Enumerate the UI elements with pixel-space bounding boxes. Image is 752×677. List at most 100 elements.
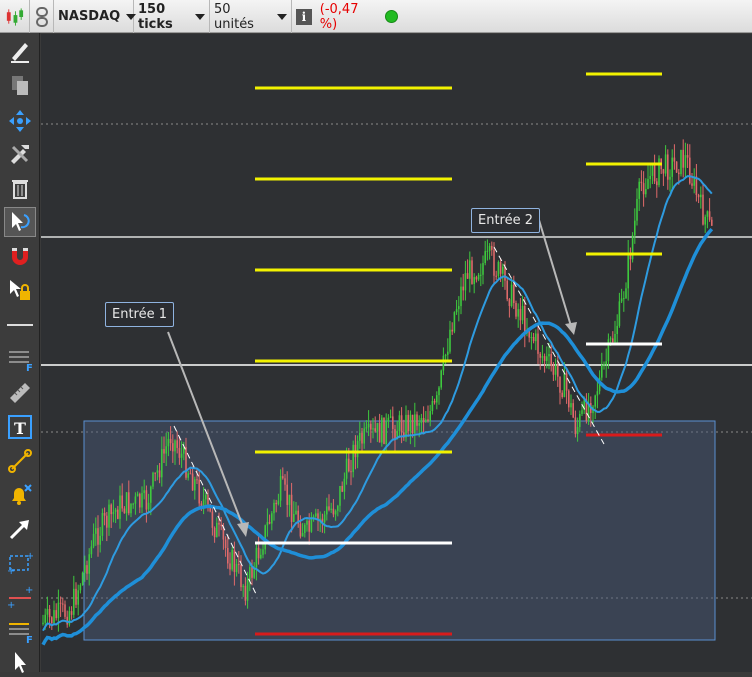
candle-body [493,249,495,276]
symbol-dropdown[interactable]: NASDAQ [54,0,137,33]
candle-body [673,157,676,162]
candle-body [328,506,330,510]
horizontal-line-icon[interactable] [4,310,36,340]
candle-body [121,495,123,509]
entry-2-label[interactable]: Entrée 2 [471,208,541,233]
candle-body [361,432,363,444]
trash-icon[interactable] [4,173,36,203]
candle-body [233,549,236,573]
candle-body [625,288,627,299]
candle-body [288,494,291,505]
candle-body [268,522,271,524]
candle-body [196,479,198,481]
chevron-down-icon [195,13,205,20]
drawing-tools-sidebar: F T + + + + F [0,33,40,673]
candle-body [612,338,614,343]
volume-dropdown[interactable]: 50 unités [210,0,292,33]
trendline-icon[interactable] [4,446,36,476]
candle-body [244,585,247,601]
pointer-icon[interactable] [4,647,36,677]
candle-body [145,490,148,510]
candle-body [491,245,493,250]
chart-canvas [41,72,752,646]
candle-body [235,563,238,573]
candle-body [554,365,557,375]
pencil-icon[interactable] [4,36,36,66]
candle-body [350,471,352,473]
quote-status: i (-0,47 %) [292,0,402,33]
candle-body [572,403,574,418]
candle-body [686,155,689,158]
arrow-line[interactable] [538,219,572,327]
arrow-icon[interactable] [4,514,36,544]
candle-body [64,604,66,617]
candle-body [339,485,341,506]
candle-body [521,305,524,321]
candle-body [257,547,260,559]
candle-body [653,163,656,182]
candle-body [310,517,313,532]
candle-body [405,414,407,438]
entry-1-label[interactable]: Entrée 1 [105,302,175,327]
link-icon[interactable] [30,0,54,33]
candle-body [640,181,643,184]
candle-body [513,284,515,304]
channel-icon[interactable]: + + [4,548,36,578]
candle-body [462,286,464,291]
candle-body [594,395,596,407]
fibonacci-extension-icon[interactable]: F [4,616,36,646]
candle-body [301,532,304,537]
candle-body [156,470,159,473]
svg-text:F: F [26,635,33,644]
candle-body [634,220,636,236]
candle-body [532,337,535,342]
candle-body [70,611,73,615]
candle-body [458,306,460,310]
tools-icon[interactable] [4,139,36,169]
alert-bell-icon[interactable] [4,480,36,510]
candle-body [425,419,427,423]
candle-body [378,423,381,443]
candle-body [271,513,273,524]
candlestick-icon[interactable] [0,0,30,33]
candle-body [482,262,484,275]
candle-body [341,485,343,492]
move-icon[interactable] [4,106,36,136]
cursor-rotate-icon[interactable] [4,207,36,237]
candle-body [86,565,88,574]
price-chart[interactable]: Entrée 1 Entrée 2 [41,34,752,672]
candle-body [356,440,359,458]
period-dropdown[interactable]: 150 ticks [134,0,210,33]
candle-body [295,510,297,515]
text-icon[interactable]: T [4,412,36,442]
lock-cursor-icon[interactable] [4,275,36,305]
candle-body [266,522,269,526]
candle-body [367,423,370,428]
parallel-lines-icon[interactable]: + + [4,582,36,612]
magnet-icon[interactable] [4,241,36,271]
candle-body [464,273,467,291]
candle-body [398,415,401,431]
candle-body [431,400,434,412]
candle-body [154,472,156,474]
candle-body [669,176,671,180]
candle-body [497,262,500,276]
candle-body [409,414,412,432]
candle-body [103,512,106,516]
candle-body [658,158,660,186]
fibonacci-icon[interactable]: F [4,344,36,374]
info-icon[interactable]: i [296,8,312,25]
candle-body [150,486,152,503]
candle-body [315,513,317,517]
candle-body [550,353,552,366]
candle-body [451,329,453,332]
candle-body [128,492,130,514]
candle-body [330,508,332,510]
candle-body [433,400,436,403]
ruler-icon[interactable] [4,378,36,408]
copy-icon[interactable] [4,71,36,101]
candle-body [440,370,442,388]
candle-body [172,443,174,452]
candle-body [293,514,295,522]
candle-body [559,376,561,393]
